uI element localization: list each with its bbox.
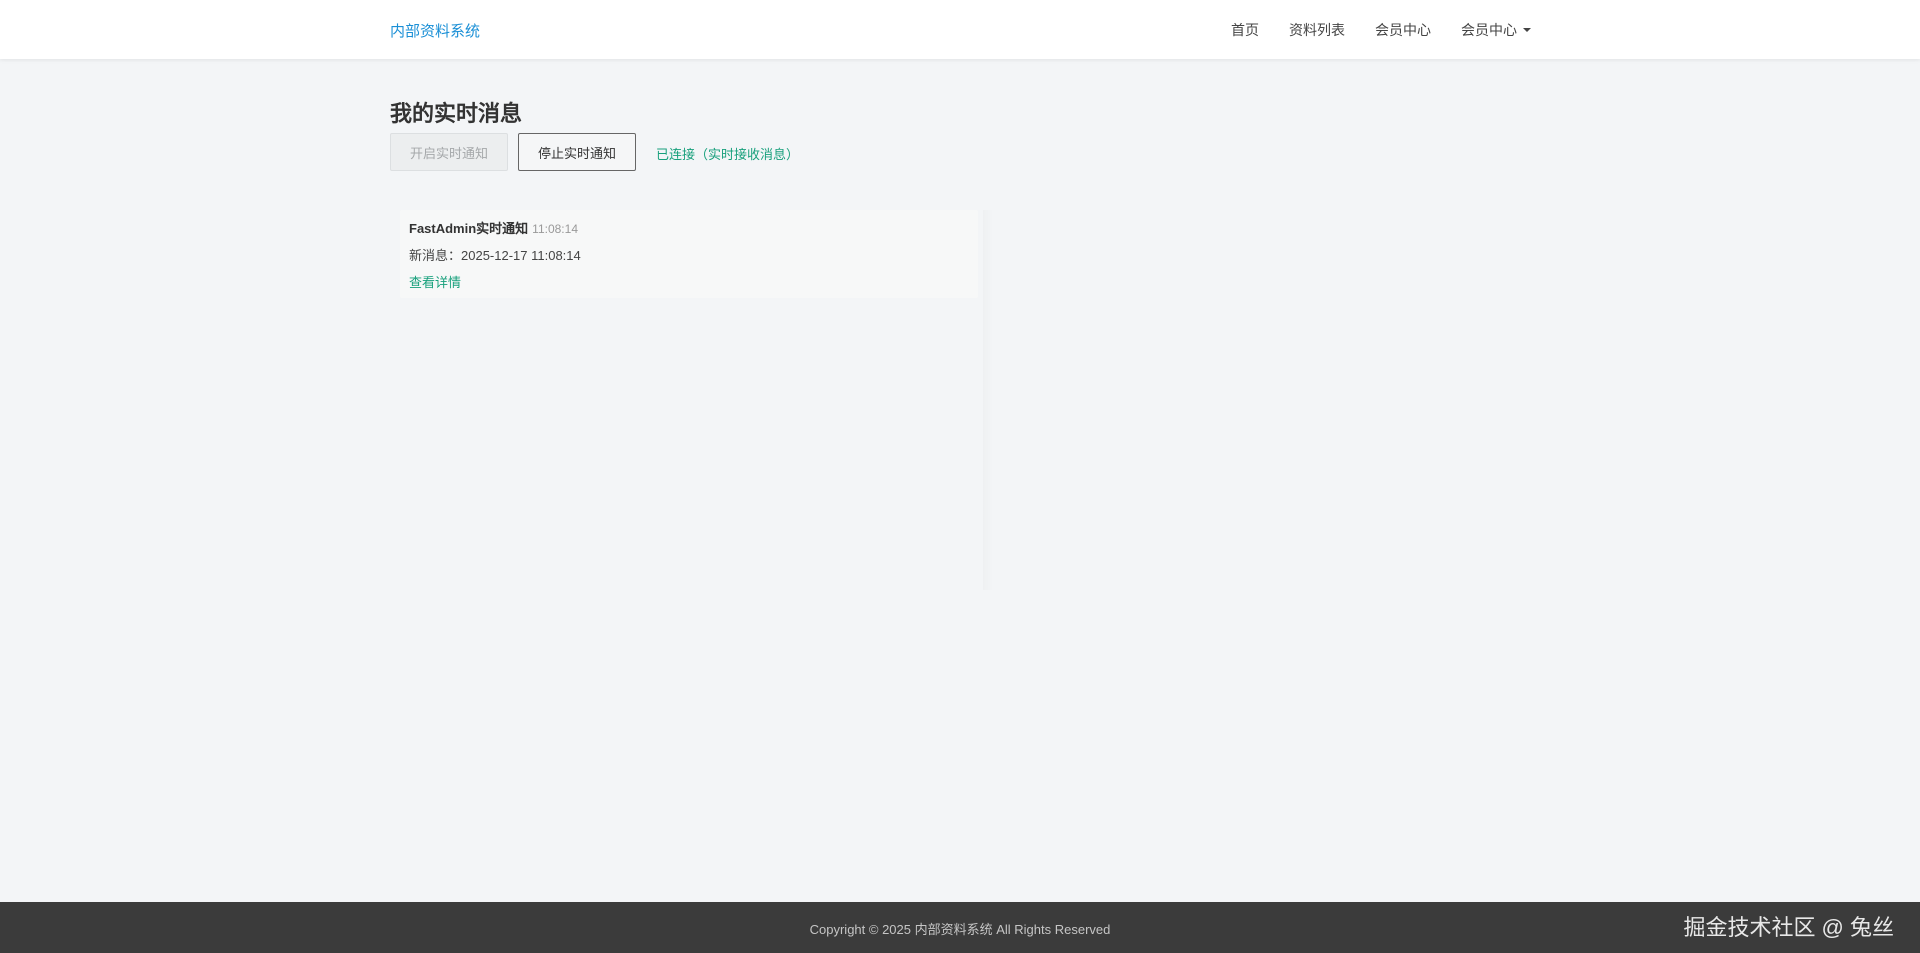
nav-item-doc-list[interactable]: 资料列表 bbox=[1289, 20, 1345, 40]
top-navbar: 内部资料系统 首页 资料列表 会员中心 会员中心 bbox=[0, 0, 1920, 59]
nav-item-member-center[interactable]: 会员中心 bbox=[1375, 20, 1431, 40]
view-details-link[interactable]: 查看详情 bbox=[409, 272, 461, 291]
start-notify-button[interactable]: 开启实时通知 bbox=[390, 133, 508, 171]
brand-link[interactable]: 内部资料系统 bbox=[390, 20, 480, 41]
watermark-text: 掘金技术社区 @ 兔丝 bbox=[1683, 915, 1894, 940]
nav-item-home[interactable]: 首页 bbox=[1231, 20, 1259, 40]
message-title: FastAdmin实时通知 bbox=[409, 221, 529, 236]
message-list-shadow bbox=[983, 210, 993, 590]
footer: Copyright © 2025 内部资料系统 All Rights Reser… bbox=[0, 902, 1920, 953]
stop-notify-button[interactable]: 停止实时通知 bbox=[518, 133, 636, 171]
message-body: 新消息：2025-12-17 11:08:14 bbox=[409, 248, 581, 263]
nav-item-member-dropdown-label: 会员中心 bbox=[1461, 22, 1517, 38]
page-title: 我的实时消息 bbox=[390, 101, 523, 126]
message-card: FastAdmin实时通知 11:08:14 新消息：2025-12-17 11:… bbox=[400, 210, 978, 298]
copyright-text: Copyright © 2025 内部资料系统 All Rights Reser… bbox=[809, 922, 1111, 937]
message-time: 11:08:14 bbox=[532, 222, 578, 236]
caret-down-icon bbox=[1523, 28, 1531, 32]
nav-item-member-dropdown[interactable]: 会员中心 bbox=[1461, 20, 1531, 40]
connection-status: 已连接（实时接收消息） bbox=[656, 147, 800, 162]
message-header: FastAdmin实时通知 11:08:14 bbox=[409, 218, 578, 237]
nav-menu: 首页 资料列表 会员中心 会员中心 bbox=[1201, 20, 1531, 40]
